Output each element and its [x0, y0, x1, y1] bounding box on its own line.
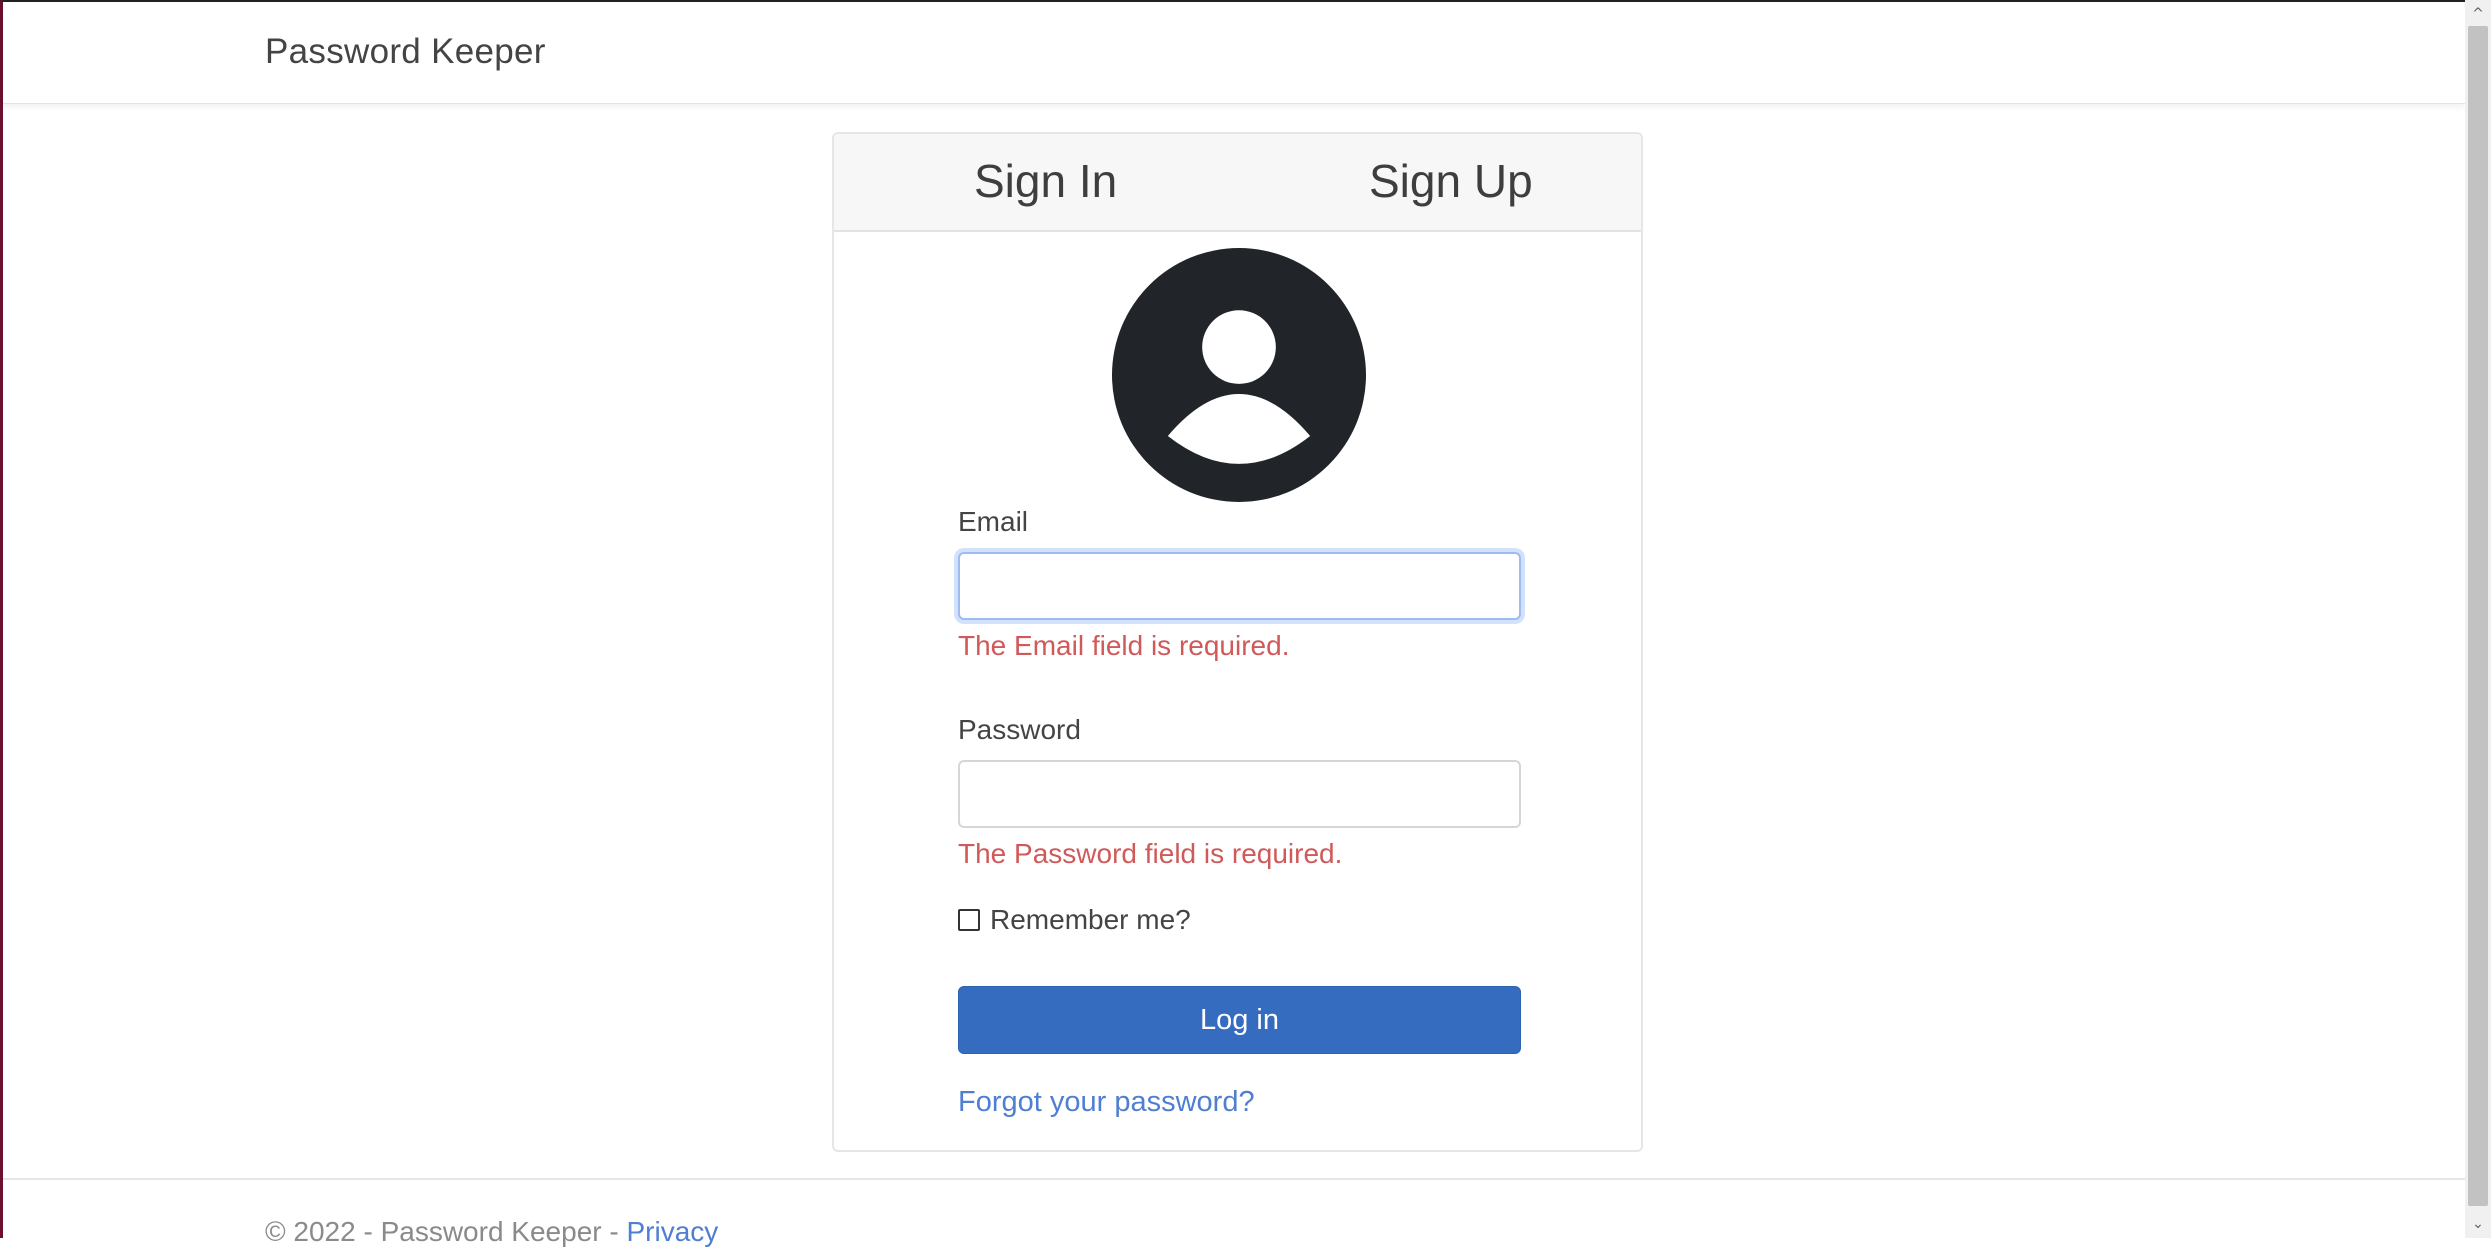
remember-me-label[interactable]: Remember me? — [990, 904, 1191, 936]
login-button[interactable]: Log in — [958, 986, 1521, 1054]
auth-card: Sign In Sign Up Email The Email field is… — [832, 132, 1643, 1152]
login-form: Email The Email field is required. Passw… — [958, 506, 1521, 1119]
user-circle-icon — [1112, 248, 1366, 502]
email-error: The Email field is required. — [958, 630, 1290, 661]
password-label: Password — [958, 714, 1081, 745]
email-input[interactable] — [958, 552, 1521, 620]
footer: © 2022 - Password Keeper - Privacy — [3, 1178, 2465, 1247]
forgot-password-link[interactable]: Forgot your password? — [958, 1086, 1255, 1119]
footer-copyright: © 2022 - Password Keeper - — [265, 1216, 627, 1247]
footer-text: © 2022 - Password Keeper - Privacy — [265, 1216, 718, 1248]
remember-me: Remember me? — [958, 904, 1521, 936]
password-error: The Password field is required. — [958, 838, 1343, 869]
password-input[interactable] — [958, 760, 1521, 828]
privacy-link[interactable]: Privacy — [626, 1216, 718, 1247]
page: Password Keeper Sign In Sign Up Email Th… — [0, 0, 2465, 1247]
navbar: Password Keeper — [3, 2, 2465, 104]
scroll-thumb[interactable] — [2468, 26, 2488, 1206]
email-label: Email — [958, 506, 1029, 537]
auth-tabs: Sign In Sign Up — [834, 134, 1641, 232]
tab-sign-in[interactable]: Sign In — [974, 154, 1117, 208]
brand-link[interactable]: Password Keeper — [265, 32, 546, 72]
chevron-down-icon[interactable]: ⌄ — [2465, 1212, 2491, 1236]
tab-sign-up[interactable]: Sign Up — [1369, 154, 1533, 208]
vertical-scrollbar[interactable]: ^ ⌄ — [2465, 0, 2491, 1238]
chevron-up-icon[interactable]: ^ — [2465, 2, 2491, 26]
remember-me-checkbox[interactable] — [958, 909, 980, 931]
